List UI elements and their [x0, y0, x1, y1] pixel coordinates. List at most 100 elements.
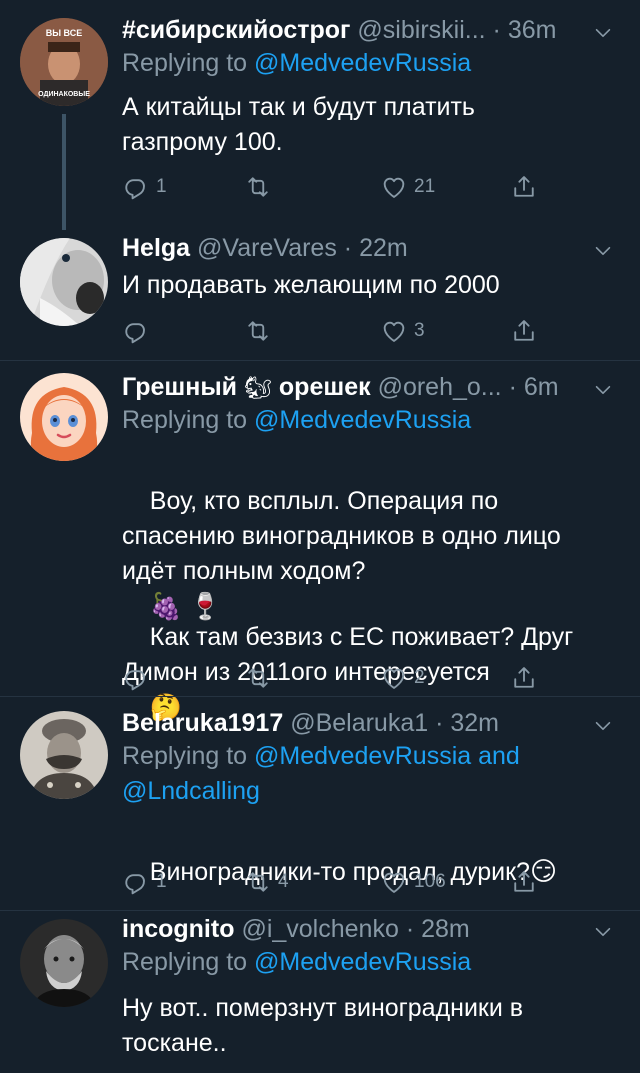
timestamp[interactable]: 28m: [421, 915, 470, 943]
tweet-header: Грешный 🐿 орешек @oreh_o... · 6m: [122, 371, 616, 403]
retweet-icon: [244, 664, 272, 692]
squirrel-emoji-icon: 🐿: [244, 375, 272, 401]
like-count: 21: [414, 176, 436, 197]
user-handle[interactable]: @Belaruka1: [290, 709, 428, 737]
separator: ·: [435, 709, 444, 737]
chevron-down-icon[interactable]: [592, 921, 614, 943]
tweet-text-paragraph-1: Воу, кто всплыл. Операция по спасению ви…: [122, 487, 561, 585]
separator: ·: [492, 16, 501, 44]
mention-link[interactable]: @MedvedevRussia: [254, 49, 471, 77]
like-icon: [380, 317, 408, 345]
reply-button[interactable]: 1: [122, 170, 167, 204]
chevron-down-icon[interactable]: [592, 240, 614, 262]
tweet-text: И продавать желающим по 2000: [122, 271, 500, 299]
replying-label: Replying to: [122, 948, 248, 976]
display-name-part-1[interactable]: Грешный: [122, 373, 237, 401]
reply-icon: [122, 173, 150, 201]
tweet[interactable]: Helga @VareVares · 22m И продавать желаю…: [0, 228, 640, 364]
mention-link[interactable]: @Lndcalling: [122, 777, 260, 805]
retweet-button[interactable]: [244, 170, 278, 204]
timestamp[interactable]: 32m: [450, 709, 499, 737]
avatar[interactable]: [20, 373, 108, 461]
reply-icon: [122, 868, 150, 896]
like-count: 2: [414, 667, 425, 688]
display-name-part-2[interactable]: орешек: [279, 373, 371, 401]
share-icon: [510, 173, 538, 201]
display-name[interactable]: #сибирскийострог: [122, 16, 350, 44]
avatar[interactable]: [20, 711, 108, 799]
avatar-image: [20, 238, 108, 326]
share-button[interactable]: [510, 314, 538, 348]
tweet-header: #сибирскийострог @sibirskii... · 36m: [122, 14, 616, 46]
chevron-down-icon[interactable]: [592, 715, 614, 737]
timestamp[interactable]: 36m: [508, 16, 557, 44]
retweet-button[interactable]: 4: [244, 865, 289, 899]
chevron-down-icon[interactable]: [592, 22, 614, 44]
retweet-button[interactable]: [244, 661, 278, 695]
replying-to: Replying to @MedvedevRussia: [122, 403, 600, 438]
share-icon: [510, 317, 538, 345]
mention-link[interactable]: @MedvedevRussia: [254, 406, 471, 434]
mention-link[interactable]: @MedvedevRussia: [254, 948, 471, 976]
reply-count: 1: [156, 871, 167, 892]
share-icon: [510, 664, 538, 692]
like-count: 106: [414, 871, 446, 892]
like-icon: [380, 868, 408, 896]
replying-to: Replying to @MedvedevRussia: [122, 46, 600, 81]
display-name[interactable]: Helga: [122, 234, 190, 262]
chevron-down-icon[interactable]: [592, 379, 614, 401]
retweet-icon: [244, 317, 272, 345]
timestamp[interactable]: 22m: [359, 234, 408, 262]
reply-button[interactable]: [122, 661, 156, 695]
avatar-caption-top: ВЫ ВСЕ: [46, 28, 82, 38]
like-button[interactable]: 106: [380, 865, 446, 899]
like-count: 3: [414, 320, 425, 341]
display-name[interactable]: incognito: [122, 915, 234, 943]
reply-button[interactable]: [122, 314, 156, 348]
tweet[interactable]: Грешный 🐿 орешек @oreh_o... · 6m Replyin…: [0, 361, 640, 722]
share-button[interactable]: [510, 170, 538, 204]
user-handle[interactable]: @i_volchenko: [241, 915, 398, 943]
thread-line: [62, 114, 66, 230]
share-button[interactable]: [510, 661, 538, 695]
display-name[interactable]: Belaruka1917: [122, 709, 283, 737]
reply-count: 1: [156, 176, 167, 197]
tweet-header: Helga @VareVares · 22m: [122, 232, 616, 264]
share-icon: [510, 868, 538, 896]
avatar-image: [20, 919, 108, 1007]
avatar[interactable]: [20, 919, 108, 1007]
user-handle[interactable]: @VareVares: [197, 234, 337, 262]
user-handle[interactable]: @oreh_o...: [378, 373, 502, 401]
reply-button[interactable]: 1: [122, 865, 167, 899]
replying-to: Replying to @MedvedevRussia: [122, 945, 600, 980]
like-icon: [380, 173, 408, 201]
replying-to: Replying to @MedvedevRussia and @Lndcall…: [122, 739, 600, 809]
replying-label: Replying to: [122, 742, 248, 770]
timestamp[interactable]: 6m: [524, 373, 559, 401]
share-button[interactable]: [510, 865, 538, 899]
tweet-actions: 3: [122, 314, 542, 348]
mention-link[interactable]: @MedvedevRussia: [254, 742, 471, 770]
avatar[interactable]: ВЫ ВСЕ ОДИНАКОВЫЕ: [20, 18, 108, 106]
tweet[interactable]: Belaruka1917 @Belaruka1 · 32m Replying t…: [0, 697, 640, 909]
tweet[interactable]: ВЫ ВСЕ ОДИНАКОВЫЕ #сибирскийострог @sibi…: [0, 0, 640, 236]
tweet[interactable]: incognito @i_volchenko · 28m Replying to…: [0, 911, 640, 1073]
separator: ·: [343, 234, 353, 262]
retweet-icon: [244, 173, 272, 201]
avatar-caption-bottom: ОДИНАКОВЫЕ: [38, 91, 90, 98]
avatar-image: [20, 373, 108, 461]
retweet-button[interactable]: [244, 314, 278, 348]
retweet-icon: [244, 868, 272, 896]
separator: ·: [508, 373, 517, 401]
user-handle[interactable]: @sibirskii...: [357, 16, 485, 44]
separator: ·: [405, 915, 415, 943]
reply-icon: [122, 664, 150, 692]
avatar[interactable]: [20, 238, 108, 326]
like-button[interactable]: 21: [380, 170, 435, 204]
tweet-header: Belaruka1917 @Belaruka1 · 32m: [122, 707, 616, 739]
mention-and: and: [478, 742, 520, 770]
like-button[interactable]: 2: [380, 661, 425, 695]
like-button[interactable]: 3: [380, 314, 425, 348]
replying-label: Replying to: [122, 406, 248, 434]
replying-label: Replying to: [122, 49, 248, 77]
